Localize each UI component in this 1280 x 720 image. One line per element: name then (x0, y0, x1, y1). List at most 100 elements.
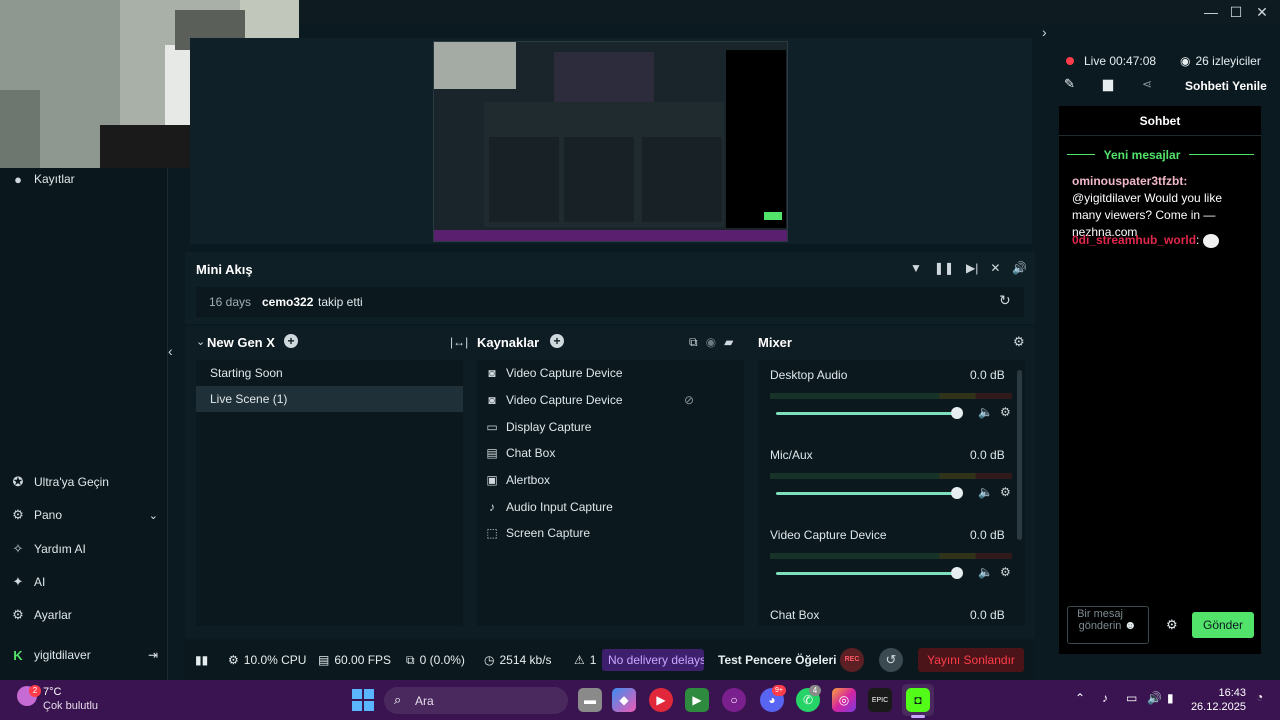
scene-item[interactable]: Starting Soon (196, 360, 463, 386)
source-item[interactable]: ◙ Video Capture Device (477, 360, 744, 387)
chevron-down-icon[interactable]: ⌄ (196, 335, 205, 348)
sidebar-item-settings[interactable]: ⚙ Ayarlar (10, 603, 72, 627)
source-item[interactable]: ⬚ Screen Capture (477, 520, 744, 547)
screen-share-icon[interactable]: ⧉ (689, 335, 698, 350)
cpu-stat: ⚙ 10.0% CPU (228, 640, 306, 680)
media-player-icon[interactable]: ▶ (685, 688, 709, 712)
replay-icon[interactable]: ↻ (999, 292, 1011, 309)
help-ai-icon: ✧ (12, 541, 24, 556)
youtube-icon[interactable]: ▶ (649, 688, 673, 712)
volume-tray-icon[interactable]: 🔊 (1147, 691, 1162, 705)
test-elements-button[interactable]: Test Pencere Öğeleri (718, 640, 837, 680)
channel-settings-icon[interactable]: ⚙ (1000, 405, 1011, 419)
mixer-settings-icon[interactable]: ⚙ (1013, 334, 1025, 350)
channel-settings-icon[interactable]: ⚙ (1000, 565, 1011, 579)
clock-date[interactable]: 26.12.2025 (1185, 701, 1246, 713)
chevron-down-icon[interactable]: ⌄ (149, 509, 158, 522)
file-explorer-icon[interactable]: ▬ (578, 688, 602, 712)
share-icon[interactable]: ⋖ (1142, 77, 1152, 91)
send-button[interactable]: Gönder (1192, 612, 1254, 638)
edit-icon[interactable]: ✎ (1064, 76, 1075, 92)
copilot-icon[interactable]: ◆ (612, 688, 636, 712)
mic-tray-icon[interactable]: ♪ (1102, 691, 1108, 705)
taskbar-search[interactable]: ⌕ Ara (384, 687, 568, 714)
clips-icon[interactable]: ▆ (1103, 76, 1113, 92)
refresh-chat-button[interactable]: Sohbeti Yenile (1185, 79, 1267, 93)
record-button[interactable]: REC (840, 648, 864, 672)
scene-transition-icon[interactable]: |↔| (450, 335, 468, 349)
battery-icon[interactable]: ▮ (1167, 691, 1174, 705)
mute-icon[interactable]: 🔈 (978, 405, 993, 419)
sidebar-item-help-ai[interactable]: ✧ Yardım AI (10, 537, 86, 561)
source-item[interactable]: ▤ Chat Box (477, 440, 744, 467)
alerts-stat[interactable]: ⚠ 1 (574, 640, 596, 680)
volume-icon[interactable]: 🔊 (1012, 261, 1027, 275)
broadcast-icon[interactable]: ◉ (706, 335, 716, 350)
record-icon: ● (14, 171, 22, 187)
weather-badge: 2 (29, 685, 41, 697)
pause-icon[interactable]: ❚❚ (934, 261, 954, 275)
chat-settings-icon[interactable]: ⚙ (1166, 617, 1178, 633)
camera-icon: ◙ (488, 393, 496, 408)
volume-slider-knob[interactable] (951, 567, 963, 579)
sidebar-item-ultra[interactable]: ✪ Ultra'ya Geçin (10, 470, 109, 494)
source-item[interactable]: ▣ Alertbox (477, 467, 744, 494)
volume-slider[interactable] (776, 572, 957, 575)
emoji-icon[interactable]: ☻ (1124, 618, 1137, 632)
scene-item-active[interactable]: Live Scene (1) (196, 386, 463, 412)
add-scene-button[interactable]: + (284, 334, 298, 348)
sidebar-item-ai[interactable]: ✦ AI (10, 570, 46, 594)
channel-settings-icon[interactable]: ⚙ (1000, 485, 1011, 499)
app-icon[interactable]: ○ (722, 688, 746, 712)
display-tray-icon[interactable]: ▭ (1126, 691, 1137, 705)
active-indicator (911, 715, 925, 718)
source-item[interactable]: ▭ Display Capture (477, 413, 744, 440)
instagram-icon[interactable]: ◎ (832, 688, 856, 712)
minimize-button[interactable]: — (1200, 2, 1222, 22)
skip-icon[interactable]: ▶| (966, 261, 978, 275)
add-source-button[interactable]: + (550, 334, 564, 348)
mute-icon[interactable]: 🔈 (978, 565, 993, 579)
collapse-left-icon[interactable]: ‹ (168, 343, 173, 359)
weather-desc[interactable]: Çok bulutlu (43, 700, 98, 712)
sidebar-user[interactable]: K yigitdilaver ⇥ (10, 643, 158, 667)
maximize-button[interactable]: ☐ (1225, 2, 1247, 22)
chat-input[interactable]: Bir mesaj gönderin ☻ (1067, 606, 1149, 644)
mute-alerts-icon[interactable]: ✕ (990, 261, 1000, 275)
source-item[interactable]: ♪ Audio Input Capture (477, 493, 744, 520)
weather-temp[interactable]: 7°C (43, 686, 61, 698)
mixer-scrollbar[interactable] (1017, 370, 1022, 540)
chat-username[interactable]: 0di_streamhub_world (1072, 233, 1196, 247)
source-item[interactable]: ◙ Video Capture Device ⊘ (477, 387, 744, 414)
volume-slider[interactable] (776, 412, 957, 415)
volume-slider-knob[interactable] (951, 407, 963, 419)
epic-games-icon[interactable]: EPIC (868, 688, 892, 712)
logout-icon[interactable]: ⇥ (148, 648, 158, 662)
end-stream-button[interactable]: Yayını Sonlandır (918, 648, 1024, 672)
mixer-channel-name: Desktop Audio (770, 368, 848, 382)
clock-time[interactable]: 16:43 (1208, 687, 1246, 699)
expand-right-icon[interactable]: › (1042, 24, 1047, 40)
stats-icon[interactable]: ▮▮ (195, 640, 208, 680)
close-button[interactable]: ✕ (1251, 2, 1273, 22)
start-button[interactable] (352, 689, 374, 711)
chevron-up-icon[interactable]: ⌃ (1075, 691, 1085, 705)
mute-icon[interactable]: 🔈 (978, 485, 993, 499)
sidebar-item-label: AI (34, 575, 46, 589)
event-user: cemo322 (262, 295, 314, 309)
delivery-status-badge[interactable]: No delivery delays (602, 649, 704, 671)
streamlabs-icon[interactable]: ◘ (906, 688, 930, 712)
notification-icon[interactable]: ◔ (1256, 690, 1263, 704)
hidden-eye-icon[interactable]: ⊘ (684, 393, 694, 407)
sidebar-item-dashboard[interactable]: ⚙ Pano ⌄ (10, 503, 158, 527)
sidebar-item-recordings[interactable]: ● Kayıtlar (10, 167, 75, 191)
volume-slider[interactable] (776, 492, 957, 495)
search-icon: ⌕ (394, 692, 402, 707)
filter-icon[interactable]: ▼ (910, 261, 922, 275)
chat-username[interactable]: ominouspater3tfzbt: (1072, 174, 1187, 188)
mixer-channel-name: Chat Box (770, 608, 820, 622)
replay-buffer-button[interactable]: ↺ (879, 648, 903, 672)
folder-icon[interactable]: ▰ (724, 335, 733, 350)
volume-slider-knob[interactable] (951, 487, 963, 499)
camera-icon: ◙ (488, 366, 496, 381)
